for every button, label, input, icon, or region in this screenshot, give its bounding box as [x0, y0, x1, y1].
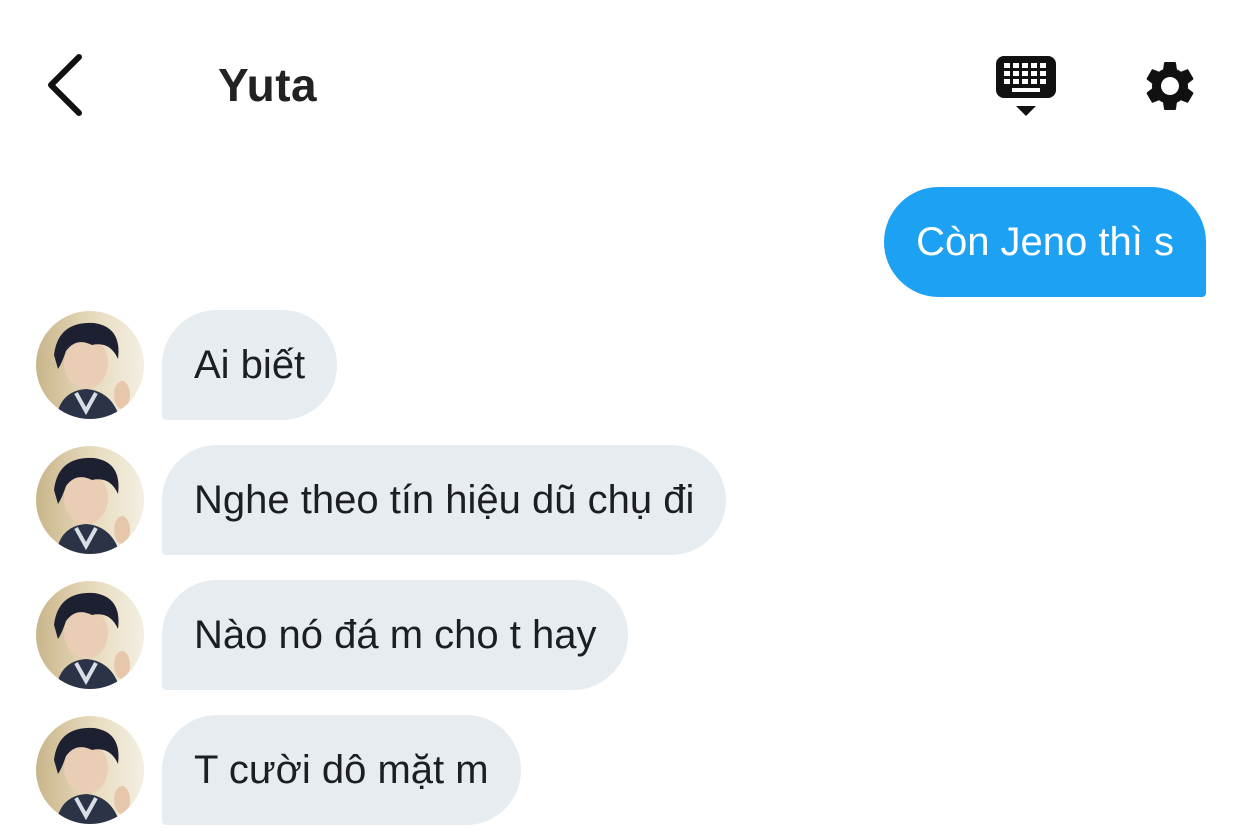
avatar[interactable] [36, 446, 144, 554]
back-button[interactable] [30, 50, 100, 120]
conversation-title: Yuta [218, 59, 318, 111]
incoming-message-bubble[interactable]: Ai biết [162, 310, 338, 420]
incoming-message-bubble[interactable]: Nghe theo tín hiệu dũ chụ đi [162, 445, 727, 555]
keyboard-toggle-button[interactable] [988, 52, 1064, 120]
chat-header: Yuta [0, 0, 1242, 170]
message-text: Còn Jeno thì s [916, 219, 1174, 264]
settings-button[interactable] [1136, 52, 1204, 120]
avatar[interactable] [36, 716, 144, 824]
incoming-message-row: Nghe theo tín hiệu dũ chụ đi [36, 445, 727, 555]
gear-icon [1146, 62, 1194, 110]
incoming-message-bubble[interactable]: Nào nó đá m cho t hay [162, 580, 629, 690]
incoming-message-row: T cười dô mặt m [36, 715, 521, 825]
chevron-left-icon [48, 54, 82, 116]
avatar[interactable] [36, 581, 144, 689]
incoming-message-row: Nào nó đá m cho t hay [36, 580, 629, 690]
message-text: Nào nó đá m cho t hay [194, 612, 597, 657]
message-text: T cười dô mặt m [194, 747, 489, 792]
message-text: Nghe theo tín hiệu dũ chụ đi [194, 477, 695, 522]
message-text: Ai biết [194, 342, 306, 387]
outgoing-message-bubble[interactable]: Còn Jeno thì s [884, 187, 1206, 297]
incoming-message-bubble[interactable]: T cười dô mặt m [162, 715, 521, 825]
incoming-message-row: Ai biết [36, 310, 338, 420]
keyboard-hide-icon [996, 56, 1056, 116]
avatar[interactable] [36, 311, 144, 419]
